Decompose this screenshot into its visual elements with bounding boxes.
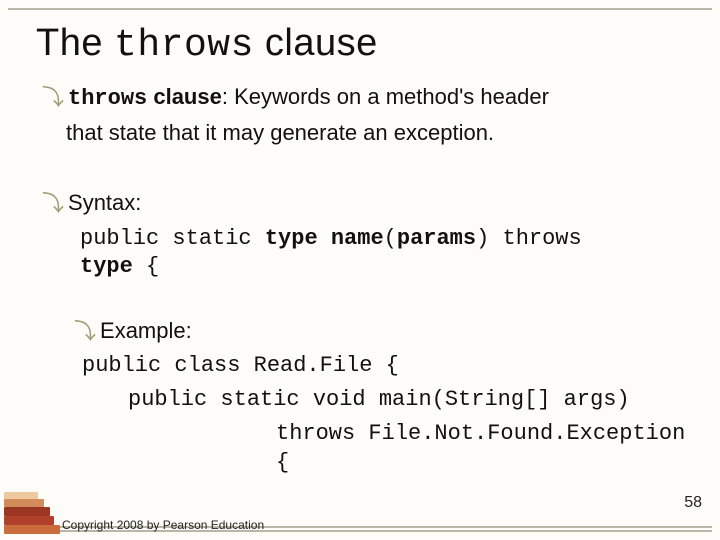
definition-rest-1: : Keywords on a method's header (222, 84, 549, 109)
syntax-type1: type (265, 226, 318, 251)
definition-line2: that state that it may generate an excep… (66, 119, 690, 147)
syntax-popen: ( (384, 226, 397, 251)
syntax-code: public static type name(params) throws t… (80, 225, 690, 281)
syntax-bullet: ⤵Syntax: (42, 189, 690, 218)
example-bullet: ⤵Example: (74, 317, 690, 346)
syntax-brace: { (133, 254, 159, 279)
title-pre: The (36, 22, 114, 64)
slide-frame: The throws clause ⤵throws clause: Keywor… (8, 8, 712, 532)
example-line1: public class Read.File { (82, 352, 690, 380)
syntax-pclose: ) (476, 226, 489, 251)
copyright-text: Copyright 2008 by Pearson Education (62, 518, 264, 532)
example-label: Example: (100, 318, 192, 343)
syntax-params: params (397, 226, 476, 251)
title-code: throws (114, 24, 254, 67)
page-number: 58 (684, 494, 702, 512)
definition-term-code: throws (68, 86, 147, 111)
title-post: clause (254, 22, 378, 64)
syntax-sep2 (489, 226, 502, 251)
syntax-label: Syntax: (68, 190, 141, 215)
leaf-icon: ⤵ (42, 190, 64, 218)
syntax-pre: public static (80, 226, 265, 251)
books-icon (4, 488, 58, 534)
syntax-throws: throws (503, 226, 582, 251)
syntax-type2: type (80, 254, 133, 279)
leaf-icon: ⤵ (42, 84, 64, 112)
syntax-name: name (331, 226, 384, 251)
leaf-icon: ⤵ (74, 318, 96, 346)
example-line2: public static void main(String[] args) (128, 386, 690, 414)
slide-title: The throws clause (36, 22, 690, 67)
definition-bullet: ⤵throws clause: Keywords on a method's h… (42, 83, 690, 113)
syntax-sep1 (318, 226, 331, 251)
example-line3: throws File.Not.Found.Exception { (276, 420, 690, 476)
definition-term-post: clause (147, 84, 222, 109)
